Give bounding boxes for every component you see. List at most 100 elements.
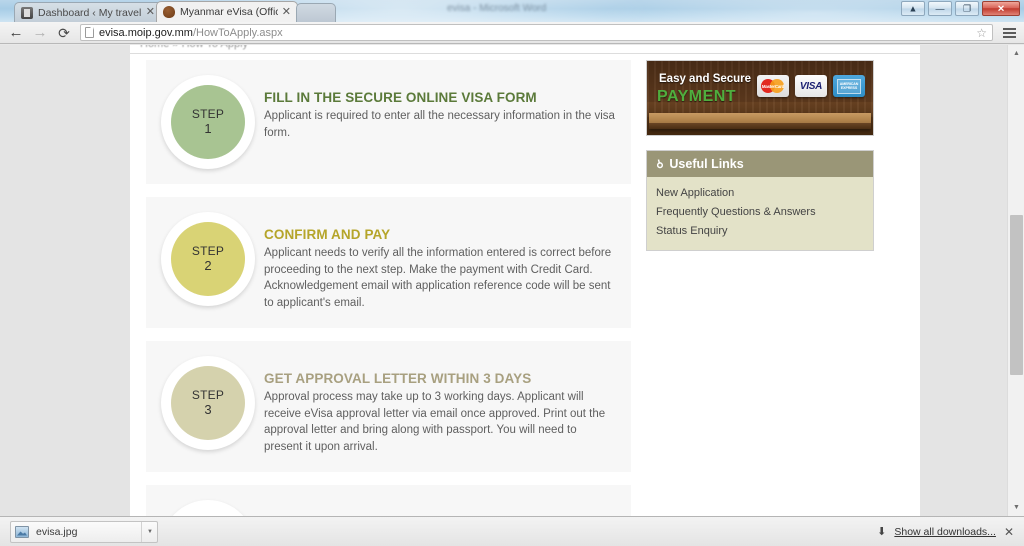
maximize-icon: ❐ [962,3,972,13]
tab-myanmar-evisa-close-icon[interactable]: ✕ [282,6,291,18]
step-badge-ring: STEP 1 [161,75,255,169]
payment-headline: Easy and Secure [659,73,752,85]
card-logos: MasterCard VISA AMERICAN EXPRESS [757,75,865,97]
step-text: FILL IN THE SECURE ONLINE VISA FORM Appl… [264,74,617,141]
restore-icon: ▲ [908,3,918,13]
tab-dashboard[interactable]: Dashboard ‹ My travel wik ✕ [14,2,162,22]
content-divider [130,53,920,54]
step-description: Approval process may take up to 3 workin… [264,391,606,454]
link-new-application[interactable]: New Application [656,184,864,203]
new-tab-button[interactable] [296,3,336,22]
download-file-name: evisa.jpg [36,525,78,538]
step-badge: STEP 3 [160,355,256,451]
scrollbar-thumb[interactable] [1010,215,1023,375]
tab-dashboard-close-icon[interactable]: ✕ [146,7,155,18]
background-window-title: evisa - Microsoft Word [447,3,547,14]
tab-myanmar-evisa-label: Myanmar eVisa (Official G [180,6,278,18]
step-badge-label: STEP [191,244,225,259]
address-bar[interactable]: evisa.moip.gov.mm/HowToApply.aspx ☆ [80,24,993,41]
browser-window: evisa - Microsoft Word ▲ — ❐ ✕ Dashboard… [0,0,1024,546]
step-badge-number: 2 [204,258,212,274]
window-controls: ▲ — ❐ ✕ [895,1,1020,16]
close-window-button[interactable]: ✕ [982,1,1020,16]
download-arrow-icon: ⬇ [877,526,887,538]
step-badge-label: STEP [191,107,225,122]
step-badge: STEP 1 [160,74,256,170]
bookmark-star-icon[interactable]: ☆ [976,27,987,39]
step-badge-ring: STEP 2 [161,212,255,306]
step-title: FILL IN THE SECURE ONLINE VISA FORM [264,90,537,105]
downloads-bar: evisa.jpg ▼ ⬇ Show all downloads... ✕ [0,516,1024,546]
evisa-favicon [163,6,175,18]
mastercard-logo: MasterCard [757,75,789,97]
maximize-window-button[interactable]: ❐ [955,1,979,16]
page-viewport: Home » How To Apply STEP 1 FILL I [0,45,1024,516]
steps-column: STEP 1 FILL IN THE SECURE ONLINE VISA FO… [146,60,631,516]
close-icon: ✕ [997,3,1005,13]
step-card: STEP 1 FILL IN THE SECURE ONLINE VISA FO… [146,60,631,184]
step-badge-circle: STEP 1 [171,85,245,159]
forward-button[interactable]: → [28,23,52,43]
step-card: STEP 3 GET APPROVAL LETTER WITHIN 3 DAYS… [146,341,631,472]
download-item-evisa[interactable]: evisa.jpg ▼ [10,520,158,543]
link-status-enquiry[interactable]: Status Enquiry [656,222,864,241]
mastercard-label: MasterCard [761,83,785,89]
payment-subline: PAYMENT [657,88,737,105]
page-content-container: Home » How To Apply STEP 1 FILL I [130,45,920,516]
url-host: evisa.moip.gov.mm [99,26,193,39]
tab-myanmar-evisa[interactable]: Myanmar eVisa (Official G ✕ [156,1,298,22]
dashboard-favicon [21,6,33,19]
image-file-icon [15,525,29,538]
step-badge-ring: STEP 3 [161,356,255,450]
amex-label: AMERICAN EXPRESS [839,81,859,90]
reload-button[interactable]: ⟳ [52,23,76,43]
hamburger-menu-icon[interactable] [999,23,1019,43]
url-path: /HowToApply.aspx [192,26,283,39]
step-description: Applicant needs to verify all the inform… [264,247,612,310]
visa-label: VISA [799,80,823,92]
visa-logo: VISA [795,75,827,97]
page-scrollbar[interactable]: ▲ ▼ [1007,45,1024,516]
link-faq[interactable]: Frequently Questions & Answers [656,203,864,222]
step-description: Applicant is required to enter all the n… [264,110,615,139]
downloads-bar-actions: ⬇ Show all downloads... ✕ [877,525,1014,539]
minimize-icon: — [935,3,945,13]
step-badge-partial [160,499,256,516]
payment-banner: Easy and Secure PAYMENT MasterCard VISA [646,60,874,136]
browser-toolbar: ← → ⟳ evisa.moip.gov.mm/HowToApply.aspx … [0,22,1024,44]
tab-dashboard-label: Dashboard ‹ My travel wik [38,6,142,19]
useful-links-list: New Application Frequently Questions & A… [647,177,873,250]
step-title: CONFIRM AND PAY [264,227,391,242]
useful-links-heading: Useful Links [669,157,744,171]
step-text: CONFIRM AND PAY Applicant needs to verif… [264,211,617,312]
tab-strip: Dashboard ‹ My travel wik ✕ Myanmar eVis… [0,0,420,22]
step-badge: STEP 2 [160,211,256,307]
shelf-graphic [649,113,871,129]
show-all-downloads-link[interactable]: Show all downloads... [894,526,996,538]
step-card: STEP 2 CONFIRM AND PAY Applicant needs t… [146,197,631,328]
scroll-down-arrow-icon[interactable]: ▼ [1008,499,1024,516]
close-downloads-bar-icon[interactable]: ✕ [1004,525,1014,539]
useful-links-panel: ☌ Useful Links New Application Frequentl… [646,150,874,251]
sidebar-rail: Easy and Secure PAYMENT MasterCard VISA [646,60,874,251]
step-card-partial [146,485,631,516]
step-badge-ring [161,500,255,516]
document-icon [85,27,94,38]
download-item-menu-icon[interactable]: ▼ [141,521,153,542]
useful-links-header: ☌ Useful Links [647,151,873,177]
step-badge-number: 3 [204,402,212,418]
chain-link-icon: ☌ [653,157,667,172]
step-badge-label: STEP [191,388,225,403]
address-bar-url: evisa.moip.gov.mm/HowToApply.aspx [99,27,283,39]
breadcrumb: Home » How To Apply [140,45,248,50]
step-text: GET APPROVAL LETTER WITHIN 3 DAYS Approv… [264,355,617,456]
amex-logo: AMERICAN EXPRESS [833,75,865,97]
minimize-window-button[interactable]: — [928,1,952,16]
restore-window-button[interactable]: ▲ [901,1,925,16]
step-badge-number: 1 [204,121,212,137]
back-button[interactable]: ← [4,23,28,43]
scroll-up-arrow-icon[interactable]: ▲ [1008,45,1024,62]
step-title: GET APPROVAL LETTER WITHIN 3 DAYS [264,371,532,386]
step-badge-circle: STEP 2 [171,222,245,296]
step-badge-circle: STEP 3 [171,366,245,440]
